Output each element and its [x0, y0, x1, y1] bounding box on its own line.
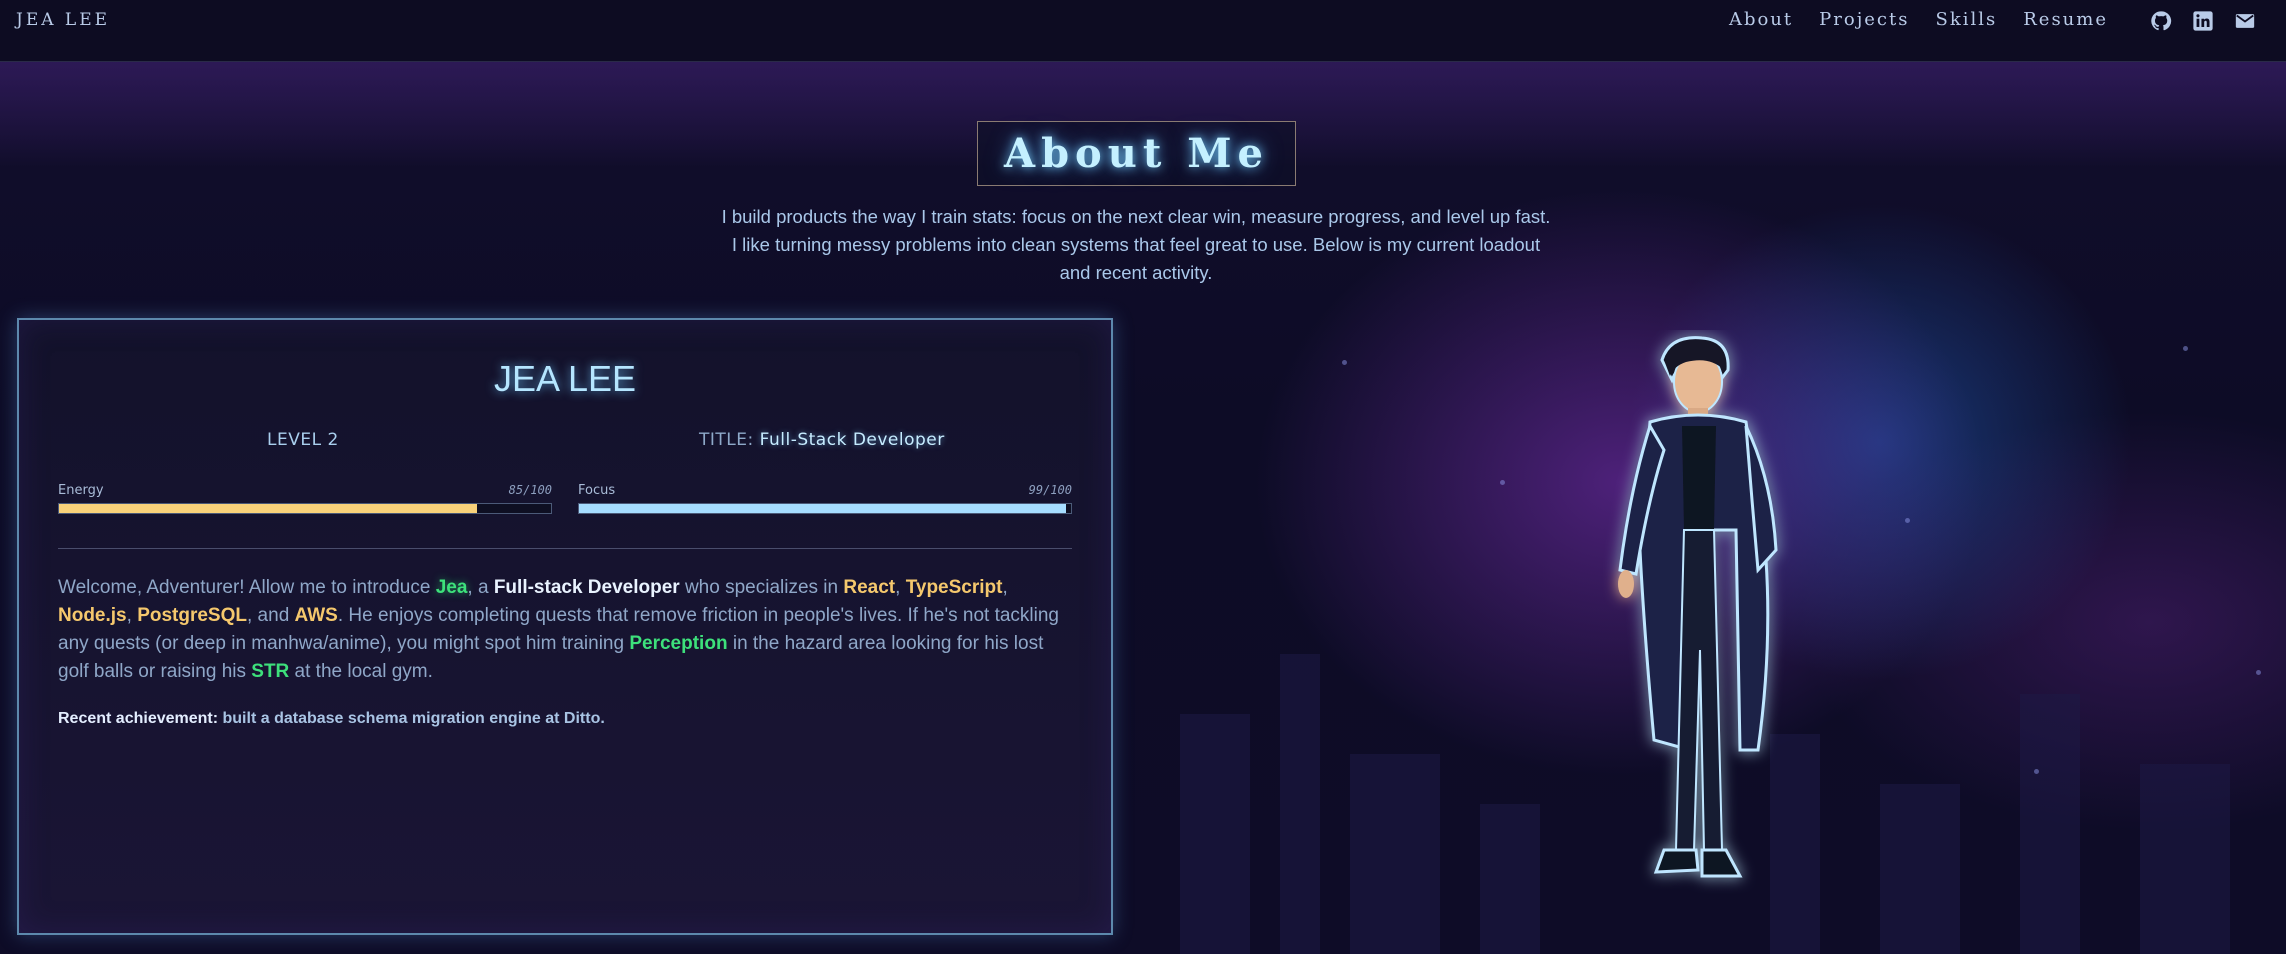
- energy-label: Energy: [58, 483, 104, 498]
- page-title: About Me: [1004, 130, 1269, 177]
- skill-highlight: PostgreSQL: [137, 605, 247, 626]
- character-status-card: JEA LEE LEVEL 2 TITLE: Full-Stack Develo…: [17, 318, 1113, 935]
- bio-segment: ,: [126, 605, 138, 626]
- sparkle: [1905, 518, 1910, 523]
- linkedin-icon[interactable]: [2192, 10, 2214, 32]
- energy-bar: [58, 503, 552, 514]
- nav-link-about[interactable]: About: [1729, 9, 1793, 30]
- character-avatar: [1590, 330, 1830, 920]
- skill-highlight: React: [843, 577, 896, 598]
- title-label: TITLE:: [699, 430, 754, 450]
- stat-highlight: Perception: [629, 633, 728, 654]
- achievement-label: Recent achievement:: [58, 710, 219, 727]
- bio-segment: who specializes in: [679, 577, 844, 598]
- top-navbar: JEA LEE About Projects Skills Resume: [0, 0, 2286, 62]
- skill-highlight: AWS: [294, 605, 338, 626]
- nav-links: About Projects Skills Resume: [1729, 9, 2108, 30]
- nav-link-skills[interactable]: Skills: [1935, 9, 1997, 30]
- bio-name-highlight: Jea: [435, 577, 468, 598]
- sparkle: [2256, 670, 2261, 675]
- character-name: JEA LEE: [493, 358, 637, 399]
- bio-segment: at the local gym.: [289, 661, 433, 682]
- focus-bar-fill: [579, 504, 1067, 513]
- title-value: Full-Stack Developer: [759, 430, 945, 450]
- focus-bar: [578, 503, 1072, 514]
- focus-stat: Focus 99/100: [578, 483, 1072, 514]
- title-line: TITLE: Full-Stack Developer: [699, 430, 945, 450]
- bio-text: Welcome, Adventurer! Allow me to introdu…: [58, 574, 1078, 686]
- social-links: [2150, 10, 2256, 32]
- card-divider: [58, 548, 1072, 549]
- intro-text: I build products the way I train stats: …: [721, 206, 1551, 283]
- sparkle: [1500, 480, 1505, 485]
- brand-logo[interactable]: JEA LEE: [16, 10, 110, 30]
- nav-link-projects[interactable]: Projects: [1819, 9, 1909, 30]
- stat-highlight: STR: [251, 661, 290, 682]
- achievement-text: built a database schema migration engine…: [218, 710, 605, 727]
- level-label: LEVEL 2: [267, 430, 339, 450]
- nav-link-resume[interactable]: Resume: [2023, 9, 2108, 30]
- energy-stat: Energy 85/100: [58, 483, 552, 514]
- recent-achievement: Recent achievement: built a database sch…: [58, 710, 605, 728]
- section-title-box: About Me: [977, 121, 1296, 186]
- focus-value: 99/100: [1028, 483, 1072, 497]
- avatar-illustration: [1618, 336, 1778, 878]
- bio-segment: , a: [467, 577, 494, 598]
- skill-highlight: Node.js: [58, 605, 127, 626]
- skill-highlight: TypeScript: [905, 577, 1003, 598]
- github-icon[interactable]: [2150, 10, 2172, 32]
- mail-icon[interactable]: [2234, 10, 2256, 32]
- bio-segment: , and: [247, 605, 295, 626]
- sparkle: [2034, 769, 2039, 774]
- sparkle: [1342, 360, 1347, 365]
- bio-segment: ,: [895, 577, 906, 598]
- bio-role-highlight: Full-stack Developer: [493, 577, 680, 598]
- sparkle: [2183, 346, 2188, 351]
- energy-value: 85/100: [508, 483, 552, 497]
- bio-segment: Welcome, Adventurer! Allow me to introdu…: [58, 577, 436, 598]
- focus-label: Focus: [578, 483, 616, 498]
- bio-segment: ,: [1002, 577, 1008, 598]
- energy-bar-fill: [59, 504, 478, 513]
